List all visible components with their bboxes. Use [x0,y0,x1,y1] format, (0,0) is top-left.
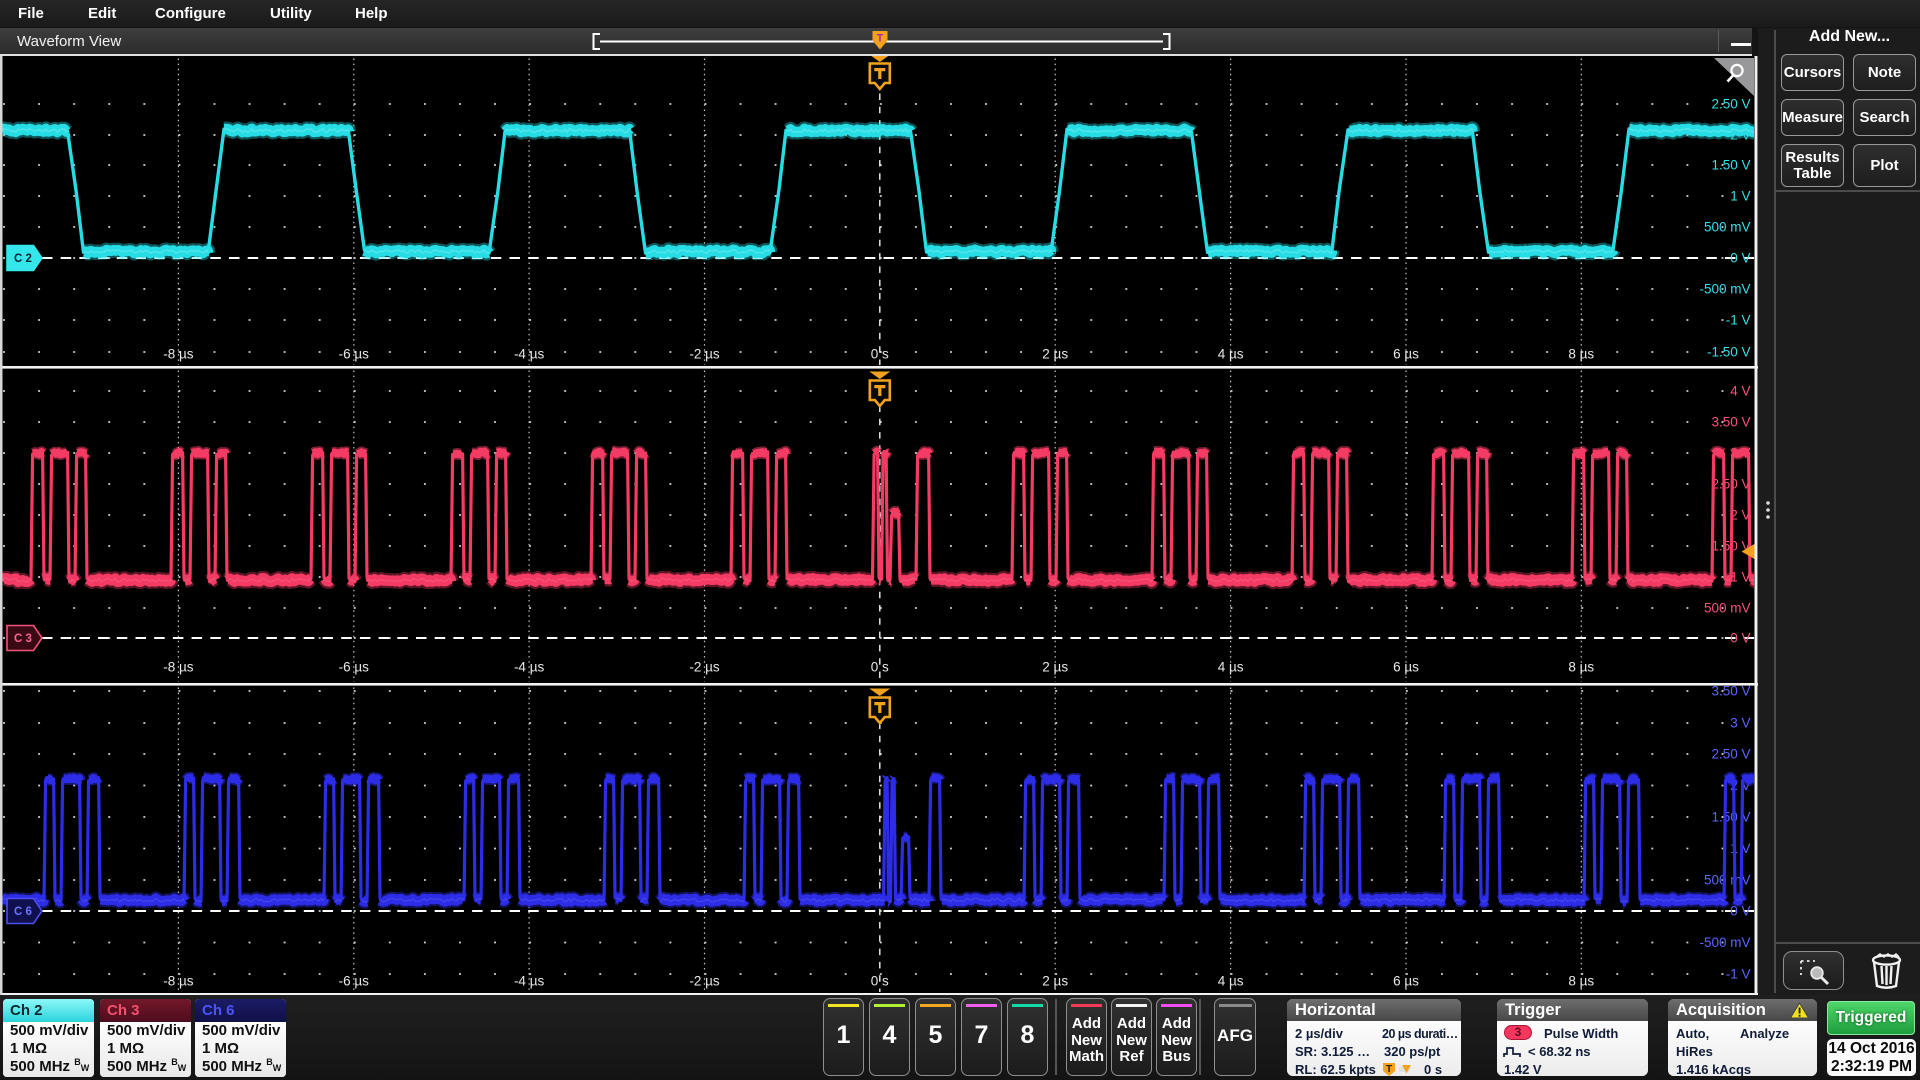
svg-text:8 µs: 8 µs [1568,347,1594,362]
svg-text:-500 mV: -500 mV [1699,282,1750,297]
svg-text:4 µs: 4 µs [1218,660,1244,675]
svg-text:6 µs: 6 µs [1393,660,1419,675]
svg-text:0 s: 0 s [871,974,889,989]
svg-text:C 2: C 2 [14,253,32,265]
svg-text:3 V: 3 V [1730,716,1750,731]
svg-text:-8 µs: -8 µs [163,347,194,362]
svg-text:4 V: 4 V [1730,384,1750,399]
svg-text:2.50 V: 2.50 V [1711,747,1750,762]
svg-text:500 mV: 500 mV [1704,220,1751,235]
svg-text:-6 µs: -6 µs [339,347,370,362]
svg-text:2.50 V: 2.50 V [1711,97,1750,112]
svg-text:2 µs: 2 µs [1042,660,1068,675]
svg-text:T: T [1386,1064,1392,1075]
svg-text:500 mV: 500 mV [1704,873,1751,888]
svg-text:4 µs: 4 µs [1218,974,1244,989]
svg-text:6 µs: 6 µs [1393,974,1419,989]
svg-text:0 V: 0 V [1730,251,1750,266]
svg-text:-2 µs: -2 µs [689,660,720,675]
svg-text:-8 µs: -8 µs [163,974,194,989]
svg-text:0 V: 0 V [1730,631,1750,646]
svg-text:8 µs: 8 µs [1568,974,1594,989]
svg-text:-4 µs: -4 µs [514,660,545,675]
svg-text:-1 V: -1 V [1726,967,1751,982]
svg-text:1 V: 1 V [1730,189,1750,204]
svg-text:-500 mV: -500 mV [1699,935,1750,950]
svg-text:-4 µs: -4 µs [514,974,545,989]
svg-text:0 s: 0 s [871,660,889,675]
svg-text:-4 µs: -4 µs [514,347,545,362]
svg-text:C 6: C 6 [14,906,32,918]
svg-text:2 µs: 2 µs [1042,974,1068,989]
svg-text:-6 µs: -6 µs [339,974,370,989]
svg-text:1.50 V: 1.50 V [1711,158,1750,173]
svg-text:0 s: 0 s [871,347,889,362]
svg-text:-6 µs: -6 µs [339,660,370,675]
svg-text:T: T [877,33,884,45]
svg-text:-2 µs: -2 µs [689,347,720,362]
svg-text:-1 V: -1 V [1726,313,1751,328]
svg-text:1.50 V: 1.50 V [1711,810,1750,825]
svg-text:-8 µs: -8 µs [163,660,194,675]
svg-text:-2 µs: -2 µs [689,974,720,989]
svg-text:C 3: C 3 [14,633,32,645]
svg-text:1 V: 1 V [1730,570,1750,585]
svg-text:3.50 V: 3.50 V [1711,684,1750,699]
svg-text:8 µs: 8 µs [1568,660,1594,675]
svg-text:-1.50 V: -1.50 V [1707,345,1751,360]
svg-text:3.50 V: 3.50 V [1711,415,1750,430]
svg-text:2 µs: 2 µs [1042,347,1068,362]
svg-text:4 µs: 4 µs [1218,347,1244,362]
svg-text:500 mV: 500 mV [1704,601,1751,616]
svg-text:6 µs: 6 µs [1393,347,1419,362]
